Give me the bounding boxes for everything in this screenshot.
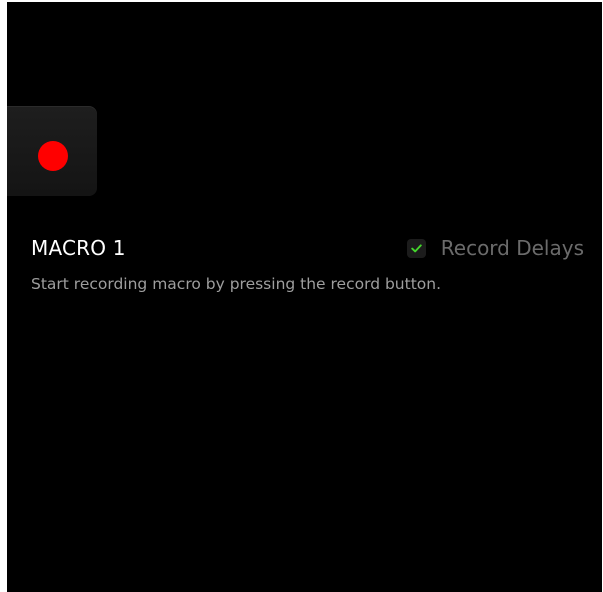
record-delays-label: Record Delays <box>440 236 584 260</box>
record-button[interactable] <box>7 106 97 196</box>
macro-title: MACRO 1 <box>31 236 126 260</box>
macro-panel: MACRO 1 Record Delays Start recording ma… <box>7 2 602 592</box>
recording-instruction: Start recording macro by pressing the re… <box>31 275 442 293</box>
record-delays-toggle[interactable]: Record Delays <box>406 236 584 260</box>
record-icon <box>38 141 68 171</box>
checkmark-icon <box>411 243 422 252</box>
record-delays-checkbox[interactable] <box>406 238 426 258</box>
